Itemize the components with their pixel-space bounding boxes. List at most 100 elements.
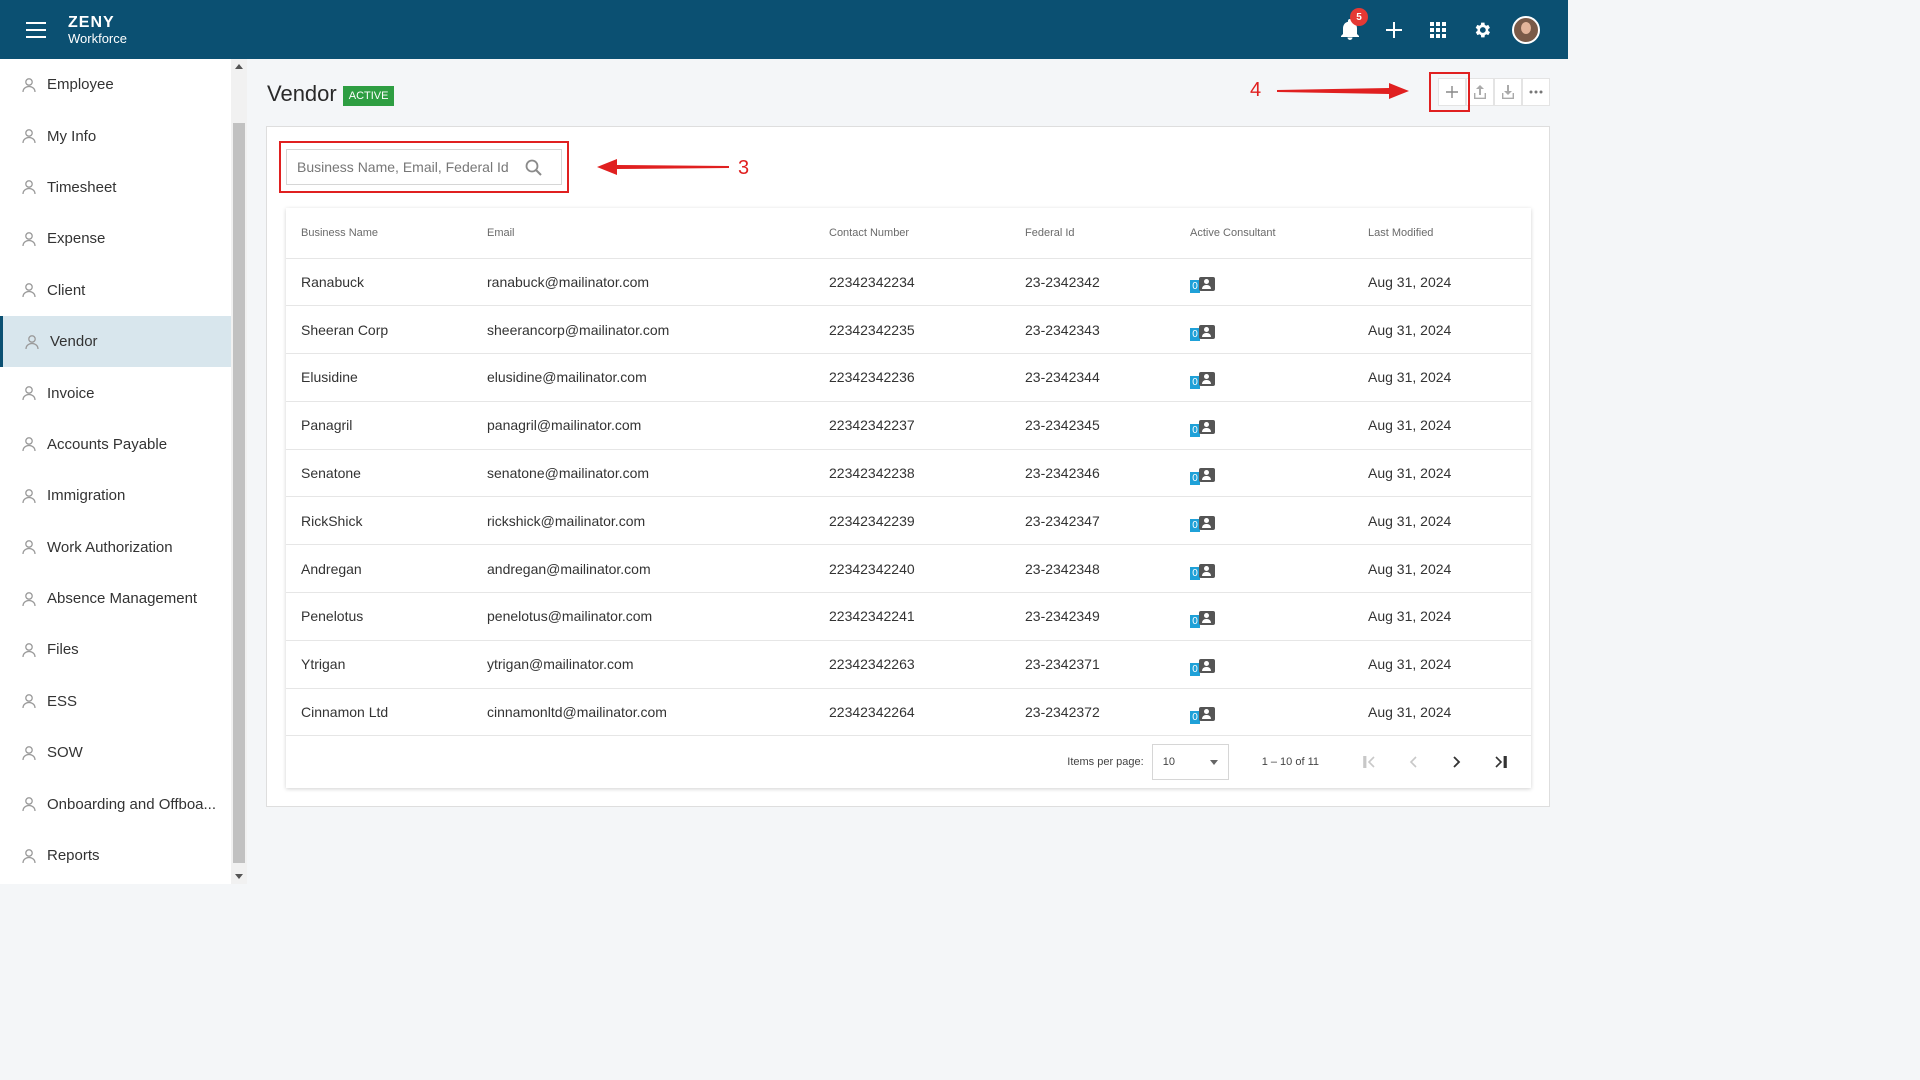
sidebar-item-label: Client [47, 281, 86, 299]
page-title: Vendor ACTIVE [267, 81, 395, 107]
chevron-left-icon [1409, 756, 1417, 768]
cell-last-modified: Aug 31, 2024 [1353, 592, 1531, 641]
cell-business-name[interactable]: Cinnamon Ltd [286, 688, 472, 737]
add-new-button[interactable] [1372, 14, 1416, 46]
column-header-contact-number[interactable]: Contact Number [814, 208, 1010, 259]
cell-email: senatone@mailinator.com [472, 449, 814, 498]
cell-contact-number: 22342342235 [814, 305, 1010, 355]
user-info-icon [20, 127, 38, 145]
sidebar-item-label: Invoice [47, 384, 95, 402]
scroll-down-icon[interactable] [235, 874, 243, 879]
apps-button[interactable] [1416, 14, 1460, 46]
sidebar-item-vendor[interactable]: Vendor [0, 315, 231, 368]
consultant-count-button[interactable]: 0 [1190, 705, 1215, 724]
more-icon [1529, 90, 1543, 94]
sidebar-item-accounts-payable[interactable]: Accounts Payable [0, 419, 231, 470]
menu-icon[interactable] [26, 22, 46, 38]
sidebar-item-work-authorization[interactable]: Work Authorization [0, 522, 231, 573]
cell-business-name[interactable]: Ranabuck [286, 258, 472, 307]
sidebar-item-onboarding-and-offboa[interactable]: Onboarding and Offboa... [0, 778, 231, 829]
contact-card-icon [1199, 707, 1215, 722]
sidebar-item-reports[interactable]: Reports [0, 830, 231, 881]
sidebar-item-client[interactable]: Client [0, 265, 231, 316]
settings-button[interactable] [1460, 14, 1504, 46]
cell-federal-id: 23-2342345 [1010, 401, 1175, 450]
sidebar-item-label: ESS [47, 692, 78, 710]
sidebar-item-label: Absence Management [47, 590, 198, 608]
consultant-count-button[interactable]: 0 [1190, 322, 1215, 342]
cell-business-name[interactable]: Andregan [286, 544, 472, 594]
table-row[interactable]: RickShick rickshick@mailinator.com 2234234… [286, 496, 1531, 546]
consultant-count-button[interactable]: 0 [1190, 609, 1215, 628]
column-header-active-consultant[interactable]: Active Consultant [1175, 208, 1353, 259]
cell-business-name[interactable]: RickShick [286, 496, 472, 546]
scrollbar-thumb[interactable] [233, 123, 245, 863]
cell-active-consultant: 0 [1175, 592, 1353, 641]
column-header-business-name[interactable]: Business Name [286, 208, 472, 259]
sidebar-item-immigration[interactable]: Immigration [0, 470, 231, 521]
sidebar-item-invoice[interactable]: Invoice [0, 367, 231, 418]
previous-page-button[interactable] [1391, 744, 1435, 780]
sidebar-item-expense[interactable]: Expense [0, 213, 231, 264]
consultant-count-button[interactable]: 0 [1190, 657, 1215, 676]
status-badge: ACTIVE [342, 85, 395, 106]
export-button[interactable] [1466, 78, 1494, 106]
sidebar-item-sow[interactable]: SOW [0, 727, 231, 778]
sidebar-item-label: Onboarding and Offboa... [47, 795, 217, 813]
cell-business-name[interactable]: Sheeran Corp [286, 305, 472, 355]
last-page-button[interactable] [1479, 744, 1523, 780]
cell-business-name[interactable]: Ytrigan [286, 640, 472, 689]
cell-email: penelotus@mailinator.com [472, 592, 814, 641]
first-page-button[interactable] [1347, 744, 1391, 780]
column-header-email[interactable]: Email [472, 208, 814, 259]
notification-count-badge: 5 [1350, 8, 1368, 26]
sidebar-item-absence-management[interactable]: Absence Management [0, 573, 231, 624]
onboarding-icon [20, 795, 38, 813]
table-row[interactable]: Penelotus penelotus@mailinator.com 2234234… [286, 592, 1531, 641]
cell-business-name[interactable]: Panagril [286, 401, 472, 450]
cell-business-name[interactable]: Senatone [286, 449, 472, 498]
table-row[interactable]: Sheeran Corp sheerancorp@mailinator.com 22… [286, 305, 1531, 355]
items-per-page-select[interactable]: 10 [1151, 744, 1229, 780]
table-row[interactable]: Ytrigan ytrigan@mailinator.com 22342342263… [286, 640, 1531, 689]
sidebar-item-label: Timesheet [47, 178, 117, 196]
column-header-last-modified[interactable]: Last Modified [1353, 208, 1531, 259]
consultant-count-button[interactable]: 0 [1190, 418, 1215, 437]
absence-icon [20, 590, 38, 608]
table-row[interactable]: Elusidine elusidine@mailinator.com 2234234… [286, 353, 1531, 402]
vendor-icon [23, 333, 41, 351]
consultant-count-button[interactable]: 0 [1190, 466, 1215, 485]
profile-button[interactable] [1504, 14, 1548, 46]
cell-business-name[interactable]: Elusidine [286, 353, 472, 402]
cell-business-name[interactable]: Penelotus [286, 592, 472, 641]
notifications-button[interactable]: 5 [1328, 8, 1372, 46]
table-row[interactable]: Ranabuck ranabuck@mailinator.com 223423422… [286, 258, 1531, 307]
more-options-button[interactable] [1522, 78, 1550, 106]
cell-active-consultant: 0 [1175, 401, 1353, 450]
sidebar-item-ess[interactable]: ESS [0, 676, 231, 727]
sidebar-item-employee[interactable]: Employee [0, 59, 231, 110]
consultant-count-button[interactable]: 0 [1190, 370, 1215, 389]
cell-active-consultant: 0 [1175, 544, 1353, 594]
table-row[interactable]: Andregan andregan@mailinator.com 223423422… [286, 544, 1531, 594]
sidebar-item-files[interactable]: Files [0, 624, 231, 675]
consultant-count-button[interactable]: 0 [1190, 561, 1215, 581]
scroll-up-icon[interactable] [235, 64, 243, 69]
table-row[interactable]: Panagril panagril@mailinator.com 223423422… [286, 401, 1531, 450]
consultant-count-button[interactable]: 0 [1190, 274, 1215, 294]
sidebar-scrollbar[interactable] [231, 59, 247, 884]
cell-email: andregan@mailinator.com [472, 544, 814, 594]
next-page-button[interactable] [1435, 744, 1479, 780]
import-button[interactable] [1494, 78, 1522, 106]
column-header-federal-id[interactable]: Federal Id [1010, 208, 1175, 259]
table-row[interactable]: Cinnamon Ltd cinnamonltd@mailinator.com 22… [286, 688, 1531, 737]
gear-icon [1475, 22, 1490, 38]
sidebar-item-my-info[interactable]: My Info [0, 110, 231, 161]
vendor-list-card: 3 Business Name Email Contact Number Fed… [266, 126, 1550, 807]
sidebar-item-timesheet[interactable]: Timesheet [0, 162, 231, 213]
app-logo[interactable]: ZENY Workforce [68, 15, 127, 46]
contact-card-icon [1199, 276, 1215, 291]
table-row[interactable]: Senatone senatone@mailinator.com 223423422… [286, 449, 1531, 498]
cell-contact-number: 22342342238 [814, 449, 1010, 498]
consultant-count-button[interactable]: 0 [1190, 513, 1215, 533]
